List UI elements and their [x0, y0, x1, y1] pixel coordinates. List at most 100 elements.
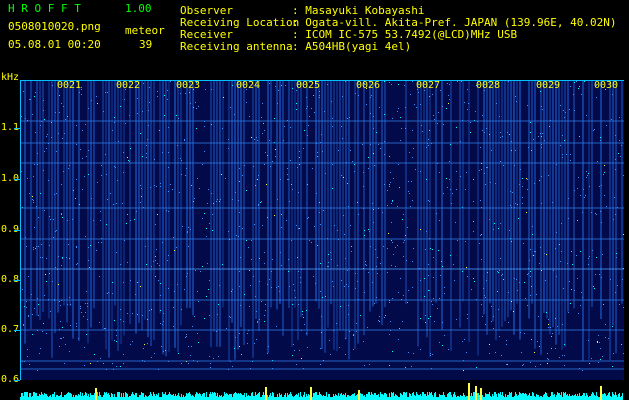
noise-speckle [163, 313, 164, 314]
noise-speckle [347, 270, 348, 271]
echo-baseline [316, 392, 317, 400]
echo-baseline [442, 395, 443, 400]
noise-speckle [147, 319, 148, 320]
noise-speckle [105, 154, 106, 155]
echo-baseline [256, 395, 257, 400]
echo-baseline [78, 394, 79, 400]
noise-speckle [501, 275, 502, 276]
noise-speckle [146, 157, 147, 158]
noise-speckle [28, 316, 29, 317]
antenna-value: : A504HB(yagi 4el) [292, 40, 412, 53]
noise-speckle [39, 353, 40, 354]
noise-speckle [555, 318, 556, 319]
echo-baseline [422, 392, 423, 400]
echo-baseline [87, 396, 88, 400]
noise-speckle [533, 255, 534, 256]
echo-baseline [127, 394, 128, 400]
noise-speckle [348, 206, 349, 207]
echo-baseline [211, 394, 212, 400]
echo-baseline [29, 393, 30, 400]
noise-streak [129, 81, 131, 325]
noise-speckle [398, 108, 399, 109]
echo-baseline [35, 393, 36, 400]
noise-speckle [605, 324, 606, 325]
noise-speckle [293, 344, 294, 345]
echo-baseline [196, 392, 197, 400]
noise-speckle [619, 304, 620, 305]
noise-speckle [586, 171, 587, 172]
noise-streak [612, 81, 614, 326]
noise-streak [495, 81, 497, 341]
echo-baseline [380, 392, 381, 400]
noise-speckle [76, 264, 77, 265]
noise-speckle [265, 152, 266, 153]
noise-streak [369, 81, 371, 312]
noise-speckle [61, 214, 62, 215]
noise-speckle [99, 276, 100, 277]
echo-baseline [235, 392, 236, 400]
noise-speckle [333, 286, 334, 287]
noise-speckle [345, 338, 346, 339]
echo-baseline [177, 395, 178, 400]
noise-speckle [311, 108, 312, 109]
noise-speckle [76, 326, 77, 327]
noise-speckle [370, 246, 371, 247]
noise-speckle [35, 248, 36, 249]
echo-baseline [225, 394, 226, 400]
echo-baseline [272, 392, 273, 400]
noise-speckle [498, 272, 499, 273]
noise-speckle [73, 190, 74, 191]
noise-speckle [247, 343, 248, 344]
echo-baseline [303, 395, 304, 400]
echo-baseline [492, 394, 493, 400]
noise-streak [528, 81, 530, 319]
noise-speckle [186, 276, 187, 277]
noise-speckle [238, 200, 239, 201]
noise-speckle [48, 180, 49, 181]
noise-streak [426, 81, 428, 338]
noise-speckle [378, 320, 379, 321]
y-unit-label: kHz [1, 72, 20, 83]
noise-speckle [291, 184, 292, 185]
noise-streak [336, 81, 338, 352]
echo-baseline [510, 393, 511, 400]
echo-baseline [396, 395, 397, 400]
noise-speckle [136, 211, 137, 212]
echo-baseline [250, 396, 251, 400]
noise-speckle [193, 201, 194, 202]
noise-speckle [288, 259, 289, 260]
echo-baseline [529, 393, 530, 400]
noise-speckle [105, 92, 106, 93]
echo-baseline [273, 393, 274, 400]
noise-speckle [179, 192, 180, 193]
noise-speckle [498, 309, 499, 310]
noise-speckle [180, 158, 181, 159]
noise-speckle [520, 169, 521, 170]
noise-speckle [278, 286, 279, 287]
echo-baseline [333, 394, 334, 400]
noise-speckle [84, 176, 85, 177]
echo-baseline [596, 392, 597, 400]
noise-speckle [264, 164, 265, 165]
noise-speckle [76, 247, 77, 248]
noise-speckle [264, 263, 265, 264]
noise-speckle [186, 168, 187, 169]
noise-speckle [428, 318, 429, 319]
noise-speckle [398, 339, 399, 340]
noise-speckle [68, 244, 69, 245]
noise-speckle [251, 259, 252, 260]
echo-baseline [574, 395, 575, 400]
noise-streak [462, 81, 464, 302]
echo-baseline [527, 396, 528, 400]
noise-streak [543, 81, 545, 313]
noise-speckle [106, 174, 107, 175]
noise-speckle [154, 185, 155, 186]
noise-speckle [516, 279, 517, 280]
echo-baseline [88, 394, 89, 400]
noise-speckle [389, 365, 390, 366]
noise-speckle [232, 85, 233, 86]
noise-speckle [569, 109, 570, 110]
echo-baseline [334, 396, 335, 400]
echo-baseline [321, 395, 322, 400]
noise-streak [300, 81, 302, 317]
